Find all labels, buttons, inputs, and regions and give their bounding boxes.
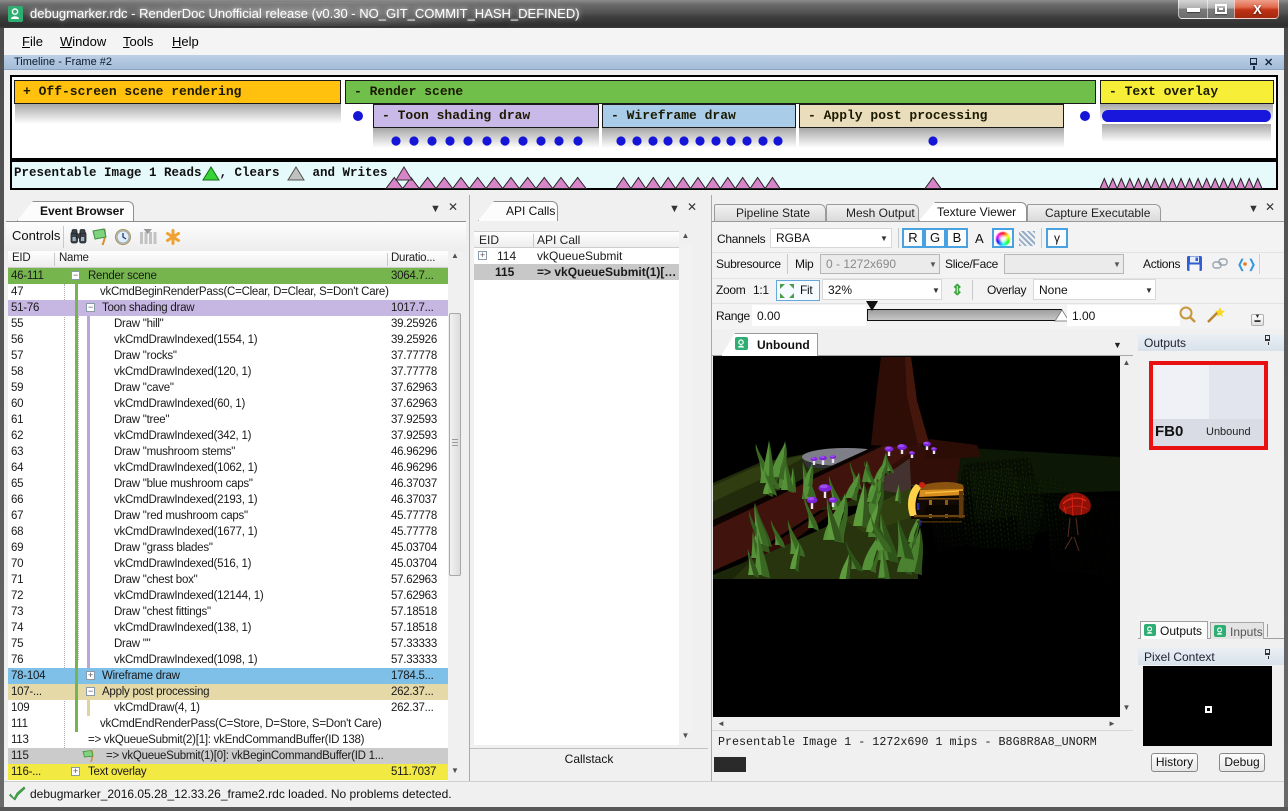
svg-text:❭: ❭	[1247, 257, 1257, 272]
